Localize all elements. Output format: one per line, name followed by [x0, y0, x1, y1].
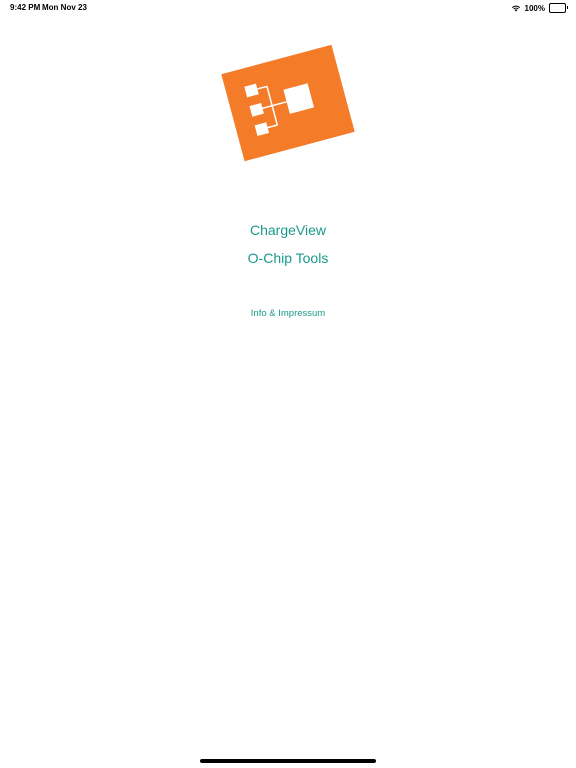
- status-time: 9:42 PM: [10, 3, 41, 12]
- battery-nub: [567, 6, 568, 9]
- status-right-group: 100%: [511, 3, 568, 13]
- ochip-tools-link[interactable]: O-Chip Tools: [0, 250, 576, 266]
- app-screen: 9:42 PM Mon Nov 23 100% ChargeView O-Chi…: [0, 0, 576, 768]
- status-bar: 9:42 PM Mon Nov 23 100%: [0, 0, 576, 16]
- home-indicator[interactable]: [200, 759, 376, 763]
- info-impressum-link[interactable]: Info & Impressum: [0, 308, 576, 319]
- chargeview-link[interactable]: ChargeView: [0, 222, 576, 238]
- battery-icon: [549, 3, 568, 13]
- wifi-icon: [511, 5, 520, 12]
- battery-percent: 100%: [524, 3, 545, 13]
- status-date: Mon Nov 23: [42, 3, 87, 12]
- app-logo: [221, 44, 355, 162]
